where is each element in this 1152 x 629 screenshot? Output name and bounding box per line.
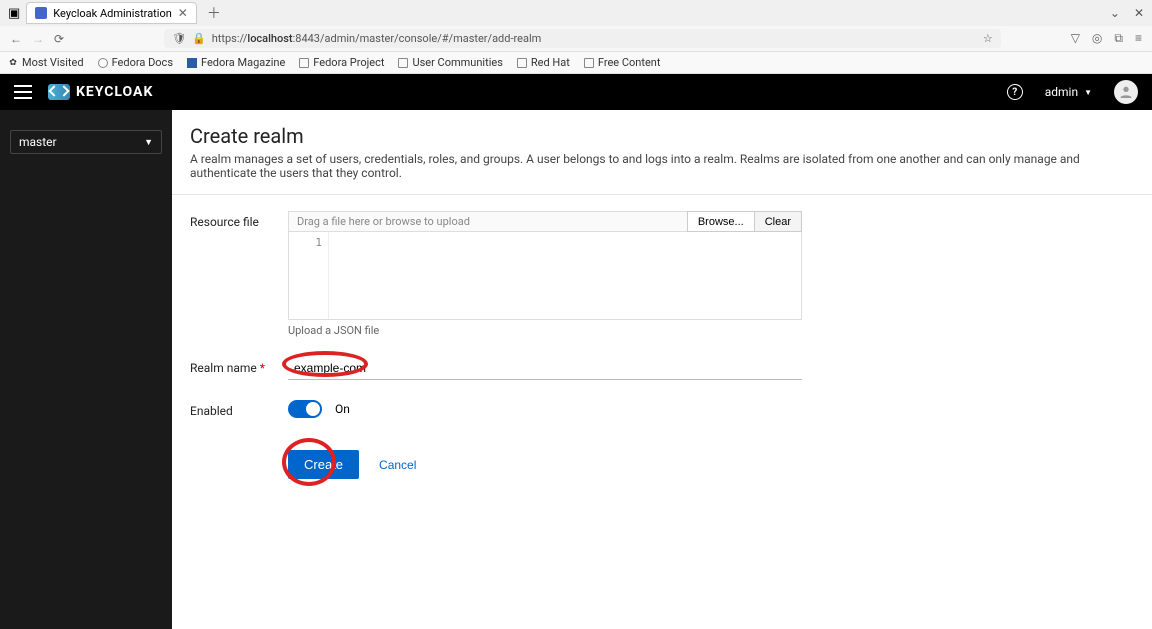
editor-textarea[interactable] [329, 232, 801, 319]
bookmark-favicon-icon [187, 58, 197, 68]
app-header: KEYCLOAK ? admin ▼ [0, 74, 1152, 110]
lock-icon: 🔒 [192, 32, 206, 45]
browser-titlebar: ▣ Keycloak Administration ✕ ＋ ⌄ ✕ [0, 0, 1152, 26]
realm-selector[interactable]: master ▼ [10, 130, 162, 154]
brand-logo[interactable]: KEYCLOAK [48, 84, 153, 100]
json-editor[interactable]: 1 [288, 232, 802, 320]
sidebar: master ▼ [0, 110, 172, 629]
hamburger-icon[interactable] [14, 85, 32, 99]
bookmark-user-communities[interactable]: User Communities [398, 56, 502, 69]
extensions-icon[interactable]: ⧉ [1114, 31, 1123, 46]
shield-icon: 🛡 [172, 32, 186, 45]
page-description: A realm manages a set of users, credenti… [190, 152, 1134, 180]
upload-hint: Upload a JSON file [288, 324, 802, 337]
url-suffix: :8443/admin/master/console/#/master/add-… [293, 32, 542, 45]
window-close-icon[interactable]: ✕ [1134, 6, 1144, 20]
enabled-label: Enabled [190, 400, 288, 418]
user-name: admin [1045, 85, 1078, 99]
pocket-icon[interactable]: ▽ [1071, 31, 1080, 46]
realm-name-input[interactable] [288, 357, 802, 380]
avatar[interactable] [1114, 80, 1138, 104]
main-content: Create realm A realm manages a set of us… [172, 110, 1152, 629]
url-prefix: https:// [212, 32, 248, 45]
brand-name: KEYCLOAK [76, 84, 153, 100]
caret-down-icon: ▼ [144, 137, 153, 148]
globe-icon [98, 58, 108, 68]
container-tab-icon[interactable]: ▣ [8, 6, 20, 21]
realm-selector-value: master [19, 135, 57, 149]
browser-tab[interactable]: Keycloak Administration ✕ [26, 2, 197, 24]
folder-icon [299, 58, 309, 68]
realm-name-label: Realm name [190, 361, 257, 375]
url-host: localhost [247, 32, 292, 45]
user-icon [1118, 84, 1134, 100]
close-tab-icon[interactable]: ✕ [178, 6, 188, 20]
cancel-button[interactable]: Cancel [379, 458, 416, 472]
new-tab-button[interactable]: ＋ [201, 3, 227, 23]
clear-button[interactable]: Clear [755, 211, 802, 232]
caret-down-icon: ▼ [1084, 88, 1092, 97]
bookmark-free-content[interactable]: Free Content [584, 56, 661, 69]
gear-icon: ✿ [8, 58, 18, 68]
back-icon[interactable]: ← [10, 32, 22, 46]
bookmark-red-hat[interactable]: Red Hat [517, 56, 570, 69]
create-button[interactable]: Create [288, 450, 359, 479]
user-menu[interactable]: admin ▼ [1045, 85, 1092, 99]
url-bar[interactable]: 🛡 🔒 https://localhost:8443/admin/master/… [164, 29, 1001, 48]
app-menu-icon[interactable]: ≡ [1135, 31, 1142, 46]
bookmark-fedora-magazine[interactable]: Fedora Magazine [187, 56, 285, 69]
browse-button[interactable]: Browse... [687, 211, 755, 232]
resource-file-label: Resource file [190, 211, 288, 229]
bookmark-fedora-project[interactable]: Fedora Project [299, 56, 384, 69]
editor-gutter: 1 [289, 232, 329, 319]
bookmark-most-visited[interactable]: ✿Most Visited [8, 56, 84, 69]
enabled-state: On [335, 402, 350, 416]
required-asterisk: * [260, 361, 265, 375]
page-title: Create realm [190, 124, 1134, 148]
chevron-down-icon[interactable]: ⌄ [1110, 6, 1120, 20]
folder-icon [584, 58, 594, 68]
favicon-icon [35, 7, 47, 19]
help-icon[interactable]: ? [1007, 84, 1023, 100]
tab-title: Keycloak Administration [53, 7, 172, 20]
create-realm-form: Resource file Drag a file here or browse… [172, 195, 1152, 495]
account-icon[interactable]: ◎ [1092, 31, 1102, 46]
browser-toolbar: ← → ⟳ 🛡 🔒 https://localhost:8443/admin/m… [0, 26, 1152, 52]
enabled-switch[interactable] [288, 400, 322, 418]
bookmarks-bar: ✿Most Visited Fedora Docs Fedora Magazin… [0, 52, 1152, 74]
bookmark-fedora-docs[interactable]: Fedora Docs [98, 56, 173, 69]
star-icon[interactable]: ☆ [983, 32, 993, 45]
forward-icon[interactable]: → [32, 32, 44, 46]
keycloak-logo-icon [48, 84, 70, 100]
folder-icon [398, 58, 408, 68]
file-dropzone[interactable]: Drag a file here or browse to upload [288, 211, 687, 232]
folder-icon [517, 58, 527, 68]
reload-icon[interactable]: ⟳ [54, 32, 64, 46]
